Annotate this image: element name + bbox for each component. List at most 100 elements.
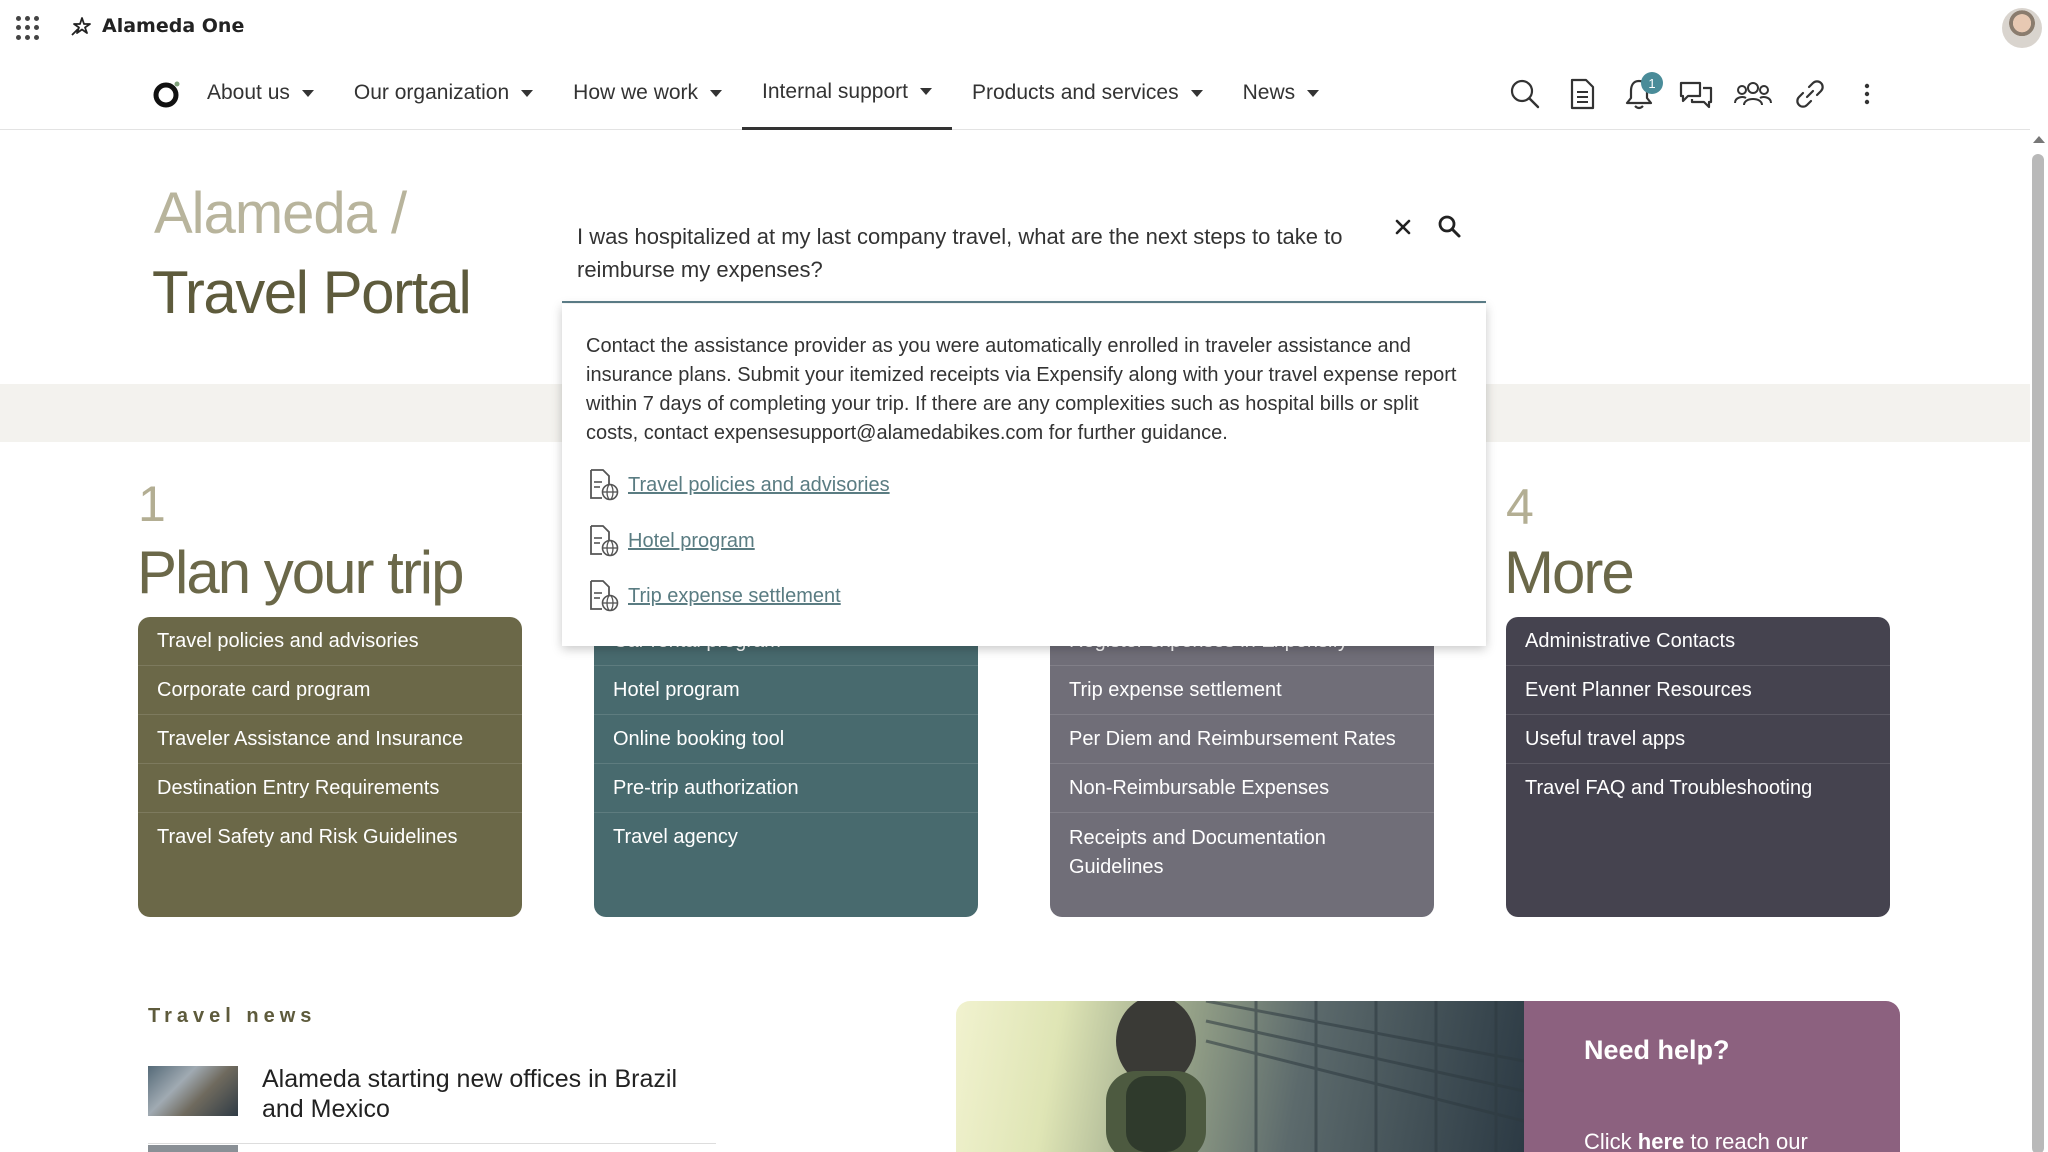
app-brand[interactable]: Alameda One [70,15,244,37]
web-document-icon [590,469,619,501]
station-scene [1106,1001,1524,1152]
step-title: Plan your trip [137,539,464,606]
scroll-up-icon[interactable] [2033,136,2045,143]
card-link[interactable]: Destination Entry Requirements [138,764,522,813]
links-button[interactable] [1790,74,1830,114]
breadcrumb-parent[interactable]: Alameda / [154,180,407,247]
card-link[interactable]: Trip expense settlement [1050,666,1434,715]
chat-icon [1679,81,1713,109]
search-icon [1438,215,1461,238]
step-title: More [1504,539,1635,606]
help-text: Click here to reach our [1584,1129,1808,1152]
web-document-icon [590,580,619,612]
nav-label: Products and services [971,81,1179,104]
search-input[interactable]: I was hospitalized at my last company tr… [577,220,1377,286]
page-title: Travel Portal [152,259,472,326]
source-link[interactable]: Trip expense settlement [628,585,841,608]
clear-search-button[interactable] [1386,210,1420,244]
nav-label: Our organization [353,81,510,104]
link-icon [1796,80,1824,108]
source-link[interactable]: Hotel program [628,530,755,553]
card-link[interactable]: Useful travel apps [1506,715,1890,764]
caret-down-icon [919,88,932,95]
traveler-photo [956,1001,1524,1152]
card-link[interactable]: Receipts and Documentation Guidelines [1050,813,1434,893]
help-title: Need help? [1584,1035,1730,1065]
notifications-button[interactable]: 1 [1619,72,1663,114]
card-link[interactable]: Traveler Assistance and Insurance [138,715,522,764]
search-button[interactable] [1505,74,1545,114]
plan-trip-card: Travel policies and advisories Corporate… [138,617,522,917]
user-avatar[interactable] [2002,8,2042,48]
news-thumbnail[interactable] [148,1145,238,1152]
site-logo-icon[interactable] [152,79,182,109]
answer-source: Travel policies and advisories [588,468,890,502]
nav-label: About us [207,81,290,104]
nav-how-we-work[interactable]: How we work [553,56,742,130]
documents-button[interactable] [1562,74,1602,114]
notification-badge: 1 [1641,72,1663,94]
brand-star-icon [71,17,91,36]
help-link[interactable]: here [1638,1129,1684,1152]
page-scrollbar[interactable] [2030,130,2048,1152]
app-launcher-icon[interactable] [16,16,40,40]
caret-down-icon [301,89,314,97]
expenses-card: Register expenses in Expensify Trip expe… [1050,617,1434,917]
chat-button[interactable] [1676,74,1716,114]
close-icon [1395,219,1411,235]
news-section-label: Travel news [148,1005,317,1027]
help-text-after: to reach our [1684,1129,1808,1152]
card-link[interactable]: Hotel program [594,666,978,715]
card-link[interactable]: Event Planner Resources [1506,666,1890,715]
step-number: 4 [1506,479,1534,535]
more-vertical-icon [1864,83,1870,105]
search-box: I was hospitalized at my last company tr… [562,200,1486,303]
card-link[interactable]: Administrative Contacts [1506,617,1890,666]
caret-down-icon [710,89,723,97]
caret-down-icon [1190,89,1203,97]
nav-news[interactable]: News [1223,56,1340,130]
people-button[interactable] [1733,74,1773,114]
card-link[interactable]: Online booking tool [594,715,978,764]
search-answer-panel: Contact the assistance provider as you w… [562,304,1486,646]
answer-source: Trip expense settlement [588,579,841,613]
nav-internal-support[interactable]: Internal support [742,56,952,130]
card-link[interactable]: Non-Reimbursable Expenses [1050,764,1434,813]
news-thumbnail[interactable] [148,1066,238,1116]
card-link[interactable]: Per Diem and Reimbursement Rates [1050,715,1434,764]
source-link[interactable]: Travel policies and advisories [628,474,890,497]
answer-text: Contact the assistance provider as you w… [586,335,1457,444]
document-icon [1570,78,1595,110]
card-link[interactable]: Pre-trip authorization [594,764,978,813]
answer-source: Hotel program [588,524,755,558]
nav-label: News [1242,81,1296,104]
card-link[interactable]: Travel agency [594,813,978,862]
caret-down-icon [1307,89,1320,97]
card-link[interactable]: Corporate card program [138,666,522,715]
submit-search-button[interactable] [1433,210,1467,244]
news-divider [148,1143,716,1144]
caret-down-icon [521,89,534,97]
main-nav: About us Our organization How we work In… [0,56,2030,130]
web-document-icon [590,525,619,557]
nav-label: How we work [573,81,699,104]
app-bar: Alameda One [0,0,2048,56]
card-link[interactable]: Travel policies and advisories [138,617,522,666]
help-text-before: Click [1584,1129,1638,1152]
help-panel: Need help? Click here to reach our [1524,1001,1900,1152]
people-icon [1734,82,1772,106]
nav-our-organization[interactable]: Our organization [334,56,553,130]
step-number: 1 [138,476,166,532]
card-link[interactable]: Travel Safety and Risk Guidelines [138,813,522,862]
book-trip-card: Car rental program Hotel program Online … [594,617,978,917]
nav-about-us[interactable]: About us [187,56,334,130]
scrollbar-thumb[interactable] [2032,154,2044,1152]
nav-products-and-services[interactable]: Products and services [952,56,1223,130]
card-link[interactable]: Travel FAQ and Troubleshooting [1506,764,1890,813]
app-name: Alameda One [102,15,245,37]
more-options-button[interactable] [1847,74,1887,114]
news-item-title[interactable]: Alameda starting new offices in Brazil a… [262,1064,722,1124]
search-icon [1510,79,1540,109]
more-card: Administrative Contacts Event Planner Re… [1506,617,1890,917]
nav-label: Internal support [762,79,908,103]
